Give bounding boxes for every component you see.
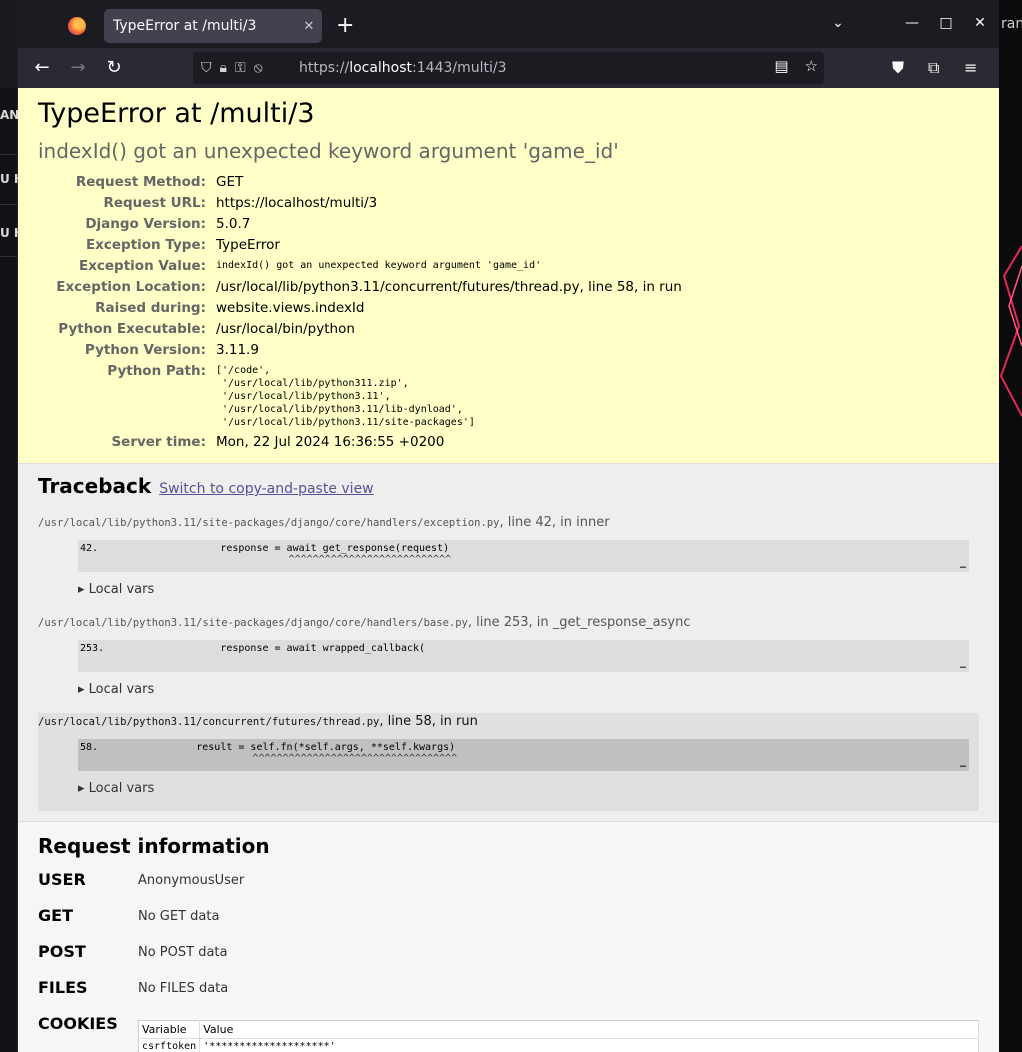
url-bar[interactable]: ⛉ 🔒︎ ⚿ ⦸ https://localhost:1443/multi/3 … [193, 52, 824, 84]
column-header: Value [199, 1020, 979, 1039]
local-vars-toggle[interactable]: ▸ Local vars [78, 781, 154, 796]
traceback-frame: /usr/local/lib/python3.11/site-packages/… [38, 614, 979, 704]
background-app-left: ANS U HA U HA [0, 88, 18, 1052]
back-icon[interactable]: ← [30, 56, 54, 80]
background-text: ANS [0, 108, 18, 122]
request-info-title: Request information [38, 834, 270, 858]
meta-row: Django Version: 5.0.7 [85, 216, 251, 232]
request-row-get: GET No GET data [38, 906, 220, 925]
lock-icon[interactable]: 🔒︎ [220, 60, 227, 76]
meta-row: Request Method: GET [75, 174, 244, 190]
expand-context-icon[interactable]: … [960, 759, 966, 770]
meta-row: Request URL: https://localhost/multi/3 [103, 195, 378, 211]
request-row-post: POST No POST data [38, 942, 228, 961]
code-context[interactable]: 58. result = self.fn(*self.args, **self.… [78, 739, 969, 771]
error-message: indexId() got an unexpected keyword argu… [38, 139, 619, 163]
local-vars-toggle[interactable]: ▸ Local vars [78, 682, 154, 697]
error-summary: TypeError at /multi/3 indexId() got an u… [18, 88, 999, 464]
remote-control-icon[interactable]: ⦸ [254, 60, 263, 76]
list-all-tabs-icon[interactable]: ⌄ [828, 15, 848, 31]
tab-title: TypeError at /multi/3 [113, 18, 257, 34]
traceback-section: Traceback Switch to copy-and-paste view … [18, 464, 999, 822]
frame-file: /usr/local/lib/python3.11/concurrent/fut… [38, 714, 478, 729]
url-text[interactable]: https://localhost:1443/multi/3 [299, 60, 507, 76]
cookies-table: Variable Value csrftoken '**************… [138, 1020, 979, 1052]
meta-row-python-path: Python Path: ['/code', '/usr/local/lib/py… [107, 363, 475, 428]
tracking-shield-icon[interactable]: ⛉ [201, 60, 212, 76]
reload-icon[interactable]: ↻ [102, 56, 126, 80]
background-text: U HA [0, 172, 18, 186]
page-content: TypeError at /multi/3 indexId() got an u… [18, 88, 999, 1052]
forward-icon[interactable]: → [66, 56, 90, 80]
traceback-frame: /usr/local/lib/python3.11/site-packages/… [38, 514, 979, 604]
background-graphic [999, 245, 1022, 417]
request-row-user: USER AnonymousUser [38, 870, 245, 889]
request-row-files: FILES No FILES data [38, 978, 229, 997]
menu-icon[interactable]: ≡ [964, 58, 977, 77]
python-path-value: ['/code', '/usr/local/lib/python311.zip'… [216, 365, 475, 428]
switch-view-link[interactable]: Switch to copy-and-paste view [159, 481, 373, 497]
table-row: csrftoken '********************' [138, 1038, 979, 1052]
meta-row: Exception Value: indexId() got an unexpec… [78, 258, 542, 274]
background-text: ran [1001, 16, 1022, 32]
permissions-icon[interactable]: ⚿ [235, 60, 246, 76]
nav-bar: ← → ↻ ⛉ 🔒︎ ⚿ ⦸ https://localhost:1443/mu… [18, 48, 999, 88]
close-window-icon[interactable]: ✕ [970, 15, 990, 31]
tab-bar: TypeError at /multi/3 ✕ + ⌄ — □ ✕ [18, 4, 999, 48]
code-context[interactable]: 253. response = await wrapped_callback( … [78, 640, 969, 672]
meta-row: Raised during: website.views.indexId [95, 300, 365, 316]
background-text: U HA [0, 226, 18, 240]
browser-window: TypeError at /multi/3 ✕ + ⌄ — □ ✕ ← → ↻ … [18, 4, 999, 1052]
local-vars-toggle[interactable]: ▸ Local vars [78, 582, 154, 597]
table-header-row: Variable Value [138, 1020, 979, 1039]
meta-row: Python Executable:/usr/local/bin/python [58, 321, 355, 337]
cookie-value: '********************' [199, 1038, 979, 1052]
traceback-frame-active: /usr/local/lib/python3.11/concurrent/fut… [38, 713, 979, 811]
tab-active[interactable]: TypeError at /multi/3 ✕ [104, 9, 322, 43]
new-tab-button[interactable]: + [336, 13, 354, 39]
expand-context-icon[interactable]: … [960, 560, 966, 571]
tab-close-icon[interactable]: ✕ [296, 19, 322, 34]
expand-context-icon[interactable]: … [960, 660, 966, 671]
bookmark-star-icon[interactable]: ☆ [805, 57, 818, 75]
meta-row: Python Version: 3.11.9 [84, 342, 259, 358]
minimize-icon[interactable]: — [902, 15, 922, 31]
frame-file: /usr/local/lib/python3.11/site-packages/… [38, 515, 610, 530]
firefox-logo-icon[interactable] [68, 17, 86, 35]
frame-file: /usr/local/lib/python3.11/site-packages/… [38, 615, 691, 630]
meta-row: Exception Type: TypeError [85, 237, 280, 253]
pocket-icon[interactable]: ⛊ [892, 58, 904, 78]
meta-row-server-time: Server time: Mon, 22 Jul 2024 16:36:55 +0… [111, 434, 445, 450]
code-context[interactable]: 42. response = await get_response(reques… [78, 540, 969, 572]
meta-table: Request Method: GET Request URL: https://l… [38, 172, 979, 453]
column-header: Variable [138, 1020, 201, 1039]
reader-view-icon[interactable]: ▤ [774, 57, 788, 75]
error-title: TypeError at /multi/3 [38, 98, 315, 129]
traceback-title: Traceback [38, 474, 152, 498]
maximize-icon[interactable]: □ [936, 15, 956, 31]
cookie-name: csrftoken [138, 1038, 201, 1052]
meta-row: Exception Location:/usr/local/lib/python… [56, 279, 682, 295]
request-information: Request information USER AnonymousUser GE… [18, 822, 999, 1052]
extensions-icon[interactable]: ⧉ [928, 58, 939, 78]
background-app-right: ran [999, 0, 1022, 1052]
